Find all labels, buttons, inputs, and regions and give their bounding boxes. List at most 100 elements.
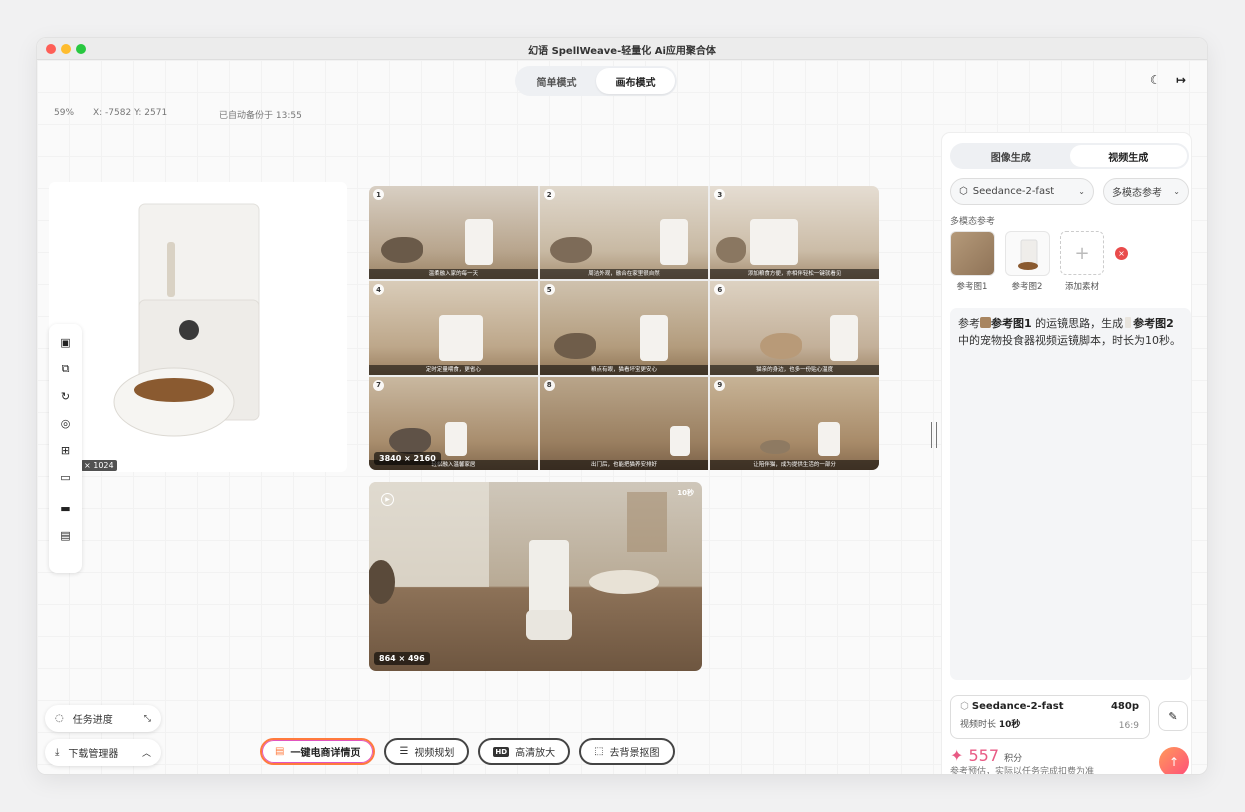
reference-chip-icon xyxy=(1125,317,1132,328)
folder-icon[interactable]: ▬ xyxy=(56,498,76,518)
cell-caption: 定时定量喂食，更省心 xyxy=(369,364,538,375)
grid-cell[interactable]: 1 温柔融入家的每一天 xyxy=(369,186,538,280)
ecommerce-detail-button[interactable]: ▤ 一键电商详情页 xyxy=(260,738,376,765)
focus-icon[interactable]: ◎ xyxy=(56,413,76,433)
image-edit-icon[interactable]: ▣ xyxy=(56,332,76,352)
credit-amount: 557 xyxy=(968,746,1000,765)
product-image[interactable] xyxy=(49,182,347,472)
grid-size-badge: 3840 × 2160 xyxy=(374,452,441,465)
add-material-button[interactable]: + xyxy=(1060,231,1104,275)
tab-image-generation[interactable]: 图像生成 xyxy=(952,145,1070,167)
grid-cell[interactable]: 5 粮点有眼，猫看坏宝更安心 xyxy=(539,281,709,375)
grid-cell[interactable]: 8 出门后，也能把猫养安排好 xyxy=(539,376,709,470)
model-select[interactable]: ⬡ Seedance-2-fast ⌄ xyxy=(950,178,1094,205)
tab-simple-mode[interactable]: 简单模式 xyxy=(517,68,596,94)
cell-caption: 温柔融入家的每一天 xyxy=(369,269,538,280)
prompt-ref-2: 参考图2 xyxy=(1133,317,1174,330)
edit-settings-button[interactable]: ✎ xyxy=(1158,701,1188,731)
moon-icon[interactable]: ☾ xyxy=(1150,73,1161,87)
chevron-up-icon[interactable]: ︿ xyxy=(142,746,151,759)
tab-video-generation[interactable]: 视频生成 xyxy=(1069,145,1187,167)
feeder-figure xyxy=(830,314,859,361)
video-duration: 10秒 xyxy=(677,489,694,497)
summary-duration-label: 视频时长 xyxy=(960,720,997,730)
remove-reference-icon[interactable]: × xyxy=(1115,247,1128,260)
summary-model: Seedance-2-fast xyxy=(971,701,1064,712)
chevron-down-icon: ⌄ xyxy=(1078,187,1085,196)
cat-figure xyxy=(389,428,431,454)
summary-duration: 10秒 xyxy=(998,720,1021,730)
remove-background-button[interactable]: ⬚ 去背景抠图 xyxy=(579,738,675,765)
edit-icon: ✎ xyxy=(1168,709,1178,723)
copy-icon[interactable]: ⧉ xyxy=(56,359,76,379)
action-label: 高清放大 xyxy=(515,748,556,759)
expand-icon[interactable]: ⤡ xyxy=(144,714,151,724)
reference-mode-select[interactable]: 多模态参考 ⌄ xyxy=(1103,178,1189,205)
add-material-label: 添加素材 xyxy=(1064,282,1099,292)
cat-figure xyxy=(381,237,423,264)
cursor-coords: X: -7582 Y: 2571 xyxy=(93,108,168,118)
feeder-figure xyxy=(439,314,483,361)
hd-icon[interactable]: ▭ xyxy=(56,467,76,487)
cutout-icon: ⬚ xyxy=(594,746,604,757)
left-toolbar: ▣ ⧉ ↻ ◎ ⊞ ▭ ▬ ▤ xyxy=(49,324,82,573)
grid-icon[interactable]: ⊞ xyxy=(56,440,76,460)
refresh-icon[interactable]: ↻ xyxy=(56,386,76,406)
cube-icon: ⬡ xyxy=(959,186,968,197)
task-progress-button[interactable]: ◌ 任务进度 ⤡ xyxy=(45,705,161,732)
video-size-badge: 864 × 496 xyxy=(374,652,430,665)
canvas[interactable]: 简单模式 画布模式 ☾ ↦ 59% X: -7582 Y: 2571 已自动备份… xyxy=(37,60,1207,774)
download-manager-label: 下载管理器 xyxy=(68,749,119,760)
cell-caption: 出门后，也能把猫养安排好 xyxy=(539,460,709,470)
credit-note: 参考预估，实际以任务完成扣费为准 xyxy=(950,767,1095,774)
grid-cell[interactable]: 2 周洁外观，融合在家里很自然 xyxy=(539,186,709,280)
reference-thumb-1[interactable] xyxy=(950,231,995,276)
action-label: 视频规划 xyxy=(414,748,455,759)
arrow-up-icon: ↑ xyxy=(1168,755,1180,769)
chevron-down-icon: ⌄ xyxy=(1173,187,1180,196)
cell-caption: 添加粮食方便，亦相伴轻松一键就看见 xyxy=(710,269,879,280)
prompt-text: 中的宠物投食器视频运镜脚本，时长为10秒。 xyxy=(958,334,1181,347)
play-icon[interactable]: ▶ xyxy=(381,493,394,506)
grid-cell[interactable]: 3 添加粮食方便，亦相伴轻松一键就看见 xyxy=(710,186,879,280)
feeder-figure xyxy=(639,314,668,361)
mode-switch: 简单模式 画布模式 xyxy=(515,66,677,96)
task-progress-label: 任务进度 xyxy=(72,715,113,726)
feeder-figure xyxy=(750,219,799,266)
panel-resize-handle[interactable] xyxy=(931,422,937,448)
feeder-figure xyxy=(659,219,688,266)
cell-number: 3 xyxy=(714,189,726,200)
cat-figure xyxy=(760,440,791,454)
video-scene xyxy=(369,482,667,640)
product-size-badge: × 1024 xyxy=(81,460,117,471)
grid-cell[interactable]: 4 定时定量喂食，更省心 xyxy=(369,281,538,375)
cell-number: 2 xyxy=(543,189,555,200)
zoom-level: 59% xyxy=(54,108,75,118)
tab-canvas-mode[interactable]: 画布模式 xyxy=(596,68,675,94)
summary-ratio: 16:9 xyxy=(1118,721,1139,731)
generate-button[interactable]: ↑ xyxy=(1159,747,1189,774)
download-manager-button[interactable]: ⤓ 下载管理器 ︿ xyxy=(45,739,161,766)
cell-number: 9 xyxy=(714,379,726,391)
logout-icon[interactable]: ↦ xyxy=(1176,73,1186,87)
grid-cell[interactable]: 6 猫亲的身边，也多一份贴心温度 xyxy=(710,281,879,375)
app-window: 幻语 SpellWeave-轻量化 Ai应用聚合体 简单模式 画布模式 ☾ ↦ … xyxy=(37,38,1207,774)
save-icon[interactable]: ▤ xyxy=(56,525,76,545)
prompt-input[interactable]: 参考 参考图1 的运镜思路，生成 参考图2 中的宠物投食器视频运镜脚本，时长为10秒… xyxy=(950,308,1191,680)
model-select-value: Seedance-2-fast xyxy=(972,186,1055,197)
video-planning-button[interactable]: ☰ 视频规划 xyxy=(384,738,470,765)
generation-settings-summary[interactable]: ⬡ Seedance-2-fast 480p 视频时长 10秒 16:9 xyxy=(950,695,1150,739)
generation-tabs: 图像生成 视频生成 xyxy=(950,143,1189,169)
storyboard-grid[interactable]: 1 温柔融入家的每一天 2 周洁外观，融合在家里很自然 3 添加粮食方便，亦相伴… xyxy=(369,186,879,470)
grid-cell[interactable]: 9 让陪伴猫，成为提供生活的一部分 xyxy=(710,376,879,470)
hd-upscale-button[interactable]: HD 高清放大 xyxy=(478,738,571,765)
cat-figure xyxy=(716,237,747,264)
cell-number: 6 xyxy=(714,284,726,296)
reference-thumb-2[interactable] xyxy=(1005,231,1050,276)
action-label: 去背景抠图 xyxy=(609,748,660,759)
cat-figure xyxy=(549,237,592,264)
video-clip[interactable]: ▶ 10秒 864 × 496 xyxy=(369,482,702,671)
feeder-figure xyxy=(818,422,841,456)
document-icon: ▤ xyxy=(275,746,285,757)
download-icon: ⤓ xyxy=(55,747,60,758)
